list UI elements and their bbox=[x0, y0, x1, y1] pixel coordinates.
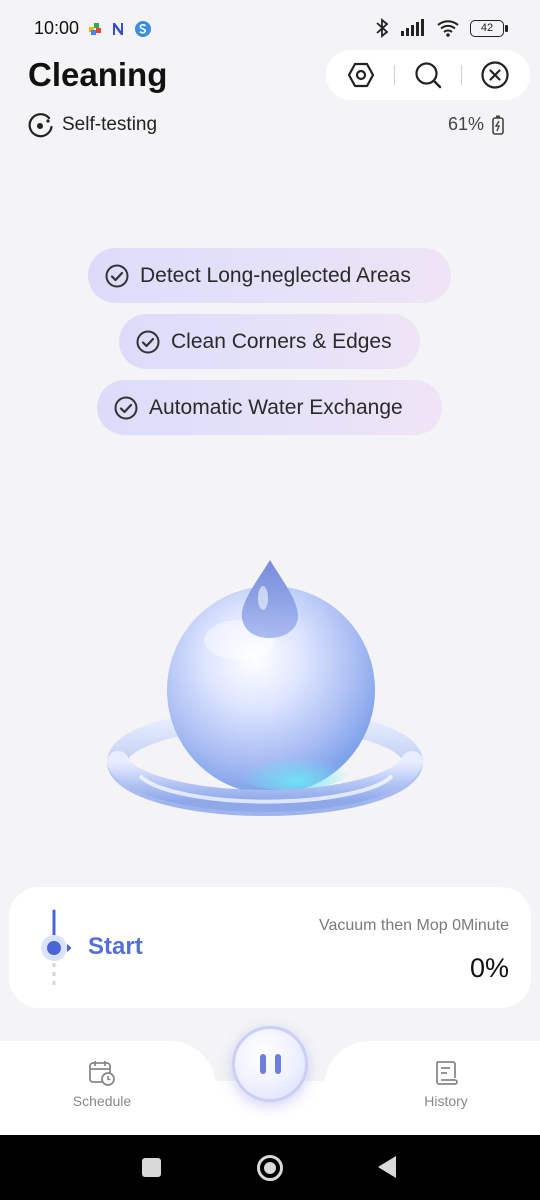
feature-label: Automatic Water Exchange bbox=[149, 395, 403, 419]
search-button[interactable] bbox=[410, 57, 446, 93]
cleaning-progress-card: Start Vacuum then Mop 0Minute 0% bbox=[9, 887, 531, 1008]
nav-history[interactable]: History bbox=[396, 1059, 496, 1109]
system-nav-bar bbox=[0, 1135, 540, 1200]
action-divider bbox=[393, 65, 396, 85]
nav-schedule[interactable]: Schedule bbox=[52, 1059, 152, 1109]
device-battery-row: 61% bbox=[448, 114, 504, 135]
feature-pill-corners-edges: Clean Corners & Edges bbox=[119, 314, 420, 369]
status-time: 10:00 bbox=[34, 18, 80, 38]
device-status-row: Self-testing bbox=[28, 112, 157, 138]
battery-icon: 42 bbox=[470, 19, 508, 37]
check-circle-icon bbox=[136, 330, 160, 353]
check-circle-icon bbox=[105, 264, 129, 287]
calendar-clock-icon bbox=[89, 1061, 115, 1086]
status-bar: 10:00 42 bbox=[0, 0, 540, 56]
nav-left-panel: Schedule bbox=[0, 1041, 216, 1135]
device-battery-icon bbox=[492, 115, 504, 135]
device-battery-value: 61% bbox=[447, 114, 484, 134]
feature-label: Clean Corners & Edges bbox=[171, 329, 392, 353]
home-button[interactable] bbox=[257, 1155, 283, 1181]
pause-icon bbox=[259, 1054, 281, 1074]
settings-button[interactable] bbox=[343, 57, 379, 93]
close-icon bbox=[481, 61, 509, 89]
search-icon bbox=[415, 62, 442, 89]
recents-button[interactable] bbox=[142, 1158, 161, 1177]
signal-icon bbox=[401, 19, 424, 36]
feature-pill-water-exchange: Automatic Water Exchange bbox=[97, 380, 442, 435]
nav-history-label: History bbox=[424, 1093, 468, 1109]
start-label[interactable]: Start bbox=[88, 933, 143, 961]
bluetooth-icon bbox=[376, 18, 389, 38]
top-action-bar bbox=[326, 50, 530, 100]
action-divider bbox=[460, 65, 463, 85]
status-app-icons bbox=[88, 20, 152, 38]
app-icon-n bbox=[113, 23, 123, 35]
app-icon-s bbox=[135, 21, 151, 37]
history-document-icon bbox=[436, 1061, 458, 1085]
progress-percent: 0% bbox=[469, 953, 509, 983]
settings-hexagon-icon bbox=[348, 62, 375, 88]
wifi-icon bbox=[437, 20, 459, 37]
feature-pill-neglected-areas: Detect Long-neglected Areas bbox=[88, 248, 451, 303]
nav-schedule-label: Schedule bbox=[72, 1093, 132, 1109]
status-system-icons: 42 bbox=[374, 18, 508, 38]
app-icon-colorful bbox=[89, 23, 101, 35]
device-status-label: Self-testing bbox=[62, 114, 158, 135]
check-circle-icon bbox=[114, 396, 138, 419]
progress-track-icon bbox=[41, 909, 71, 987]
page-title: Cleaning bbox=[28, 56, 168, 93]
back-button[interactable] bbox=[378, 1156, 396, 1178]
pause-button[interactable] bbox=[232, 1026, 308, 1102]
water-droplet-illustration bbox=[100, 540, 440, 840]
robot-vacuum-icon bbox=[28, 113, 53, 138]
cleaning-mode-text: Vacuum then Mop 0Minute bbox=[318, 917, 509, 934]
nav-right-panel: History bbox=[324, 1041, 540, 1135]
feature-label: Detect Long-neglected Areas bbox=[140, 263, 411, 287]
close-button[interactable] bbox=[477, 57, 513, 93]
